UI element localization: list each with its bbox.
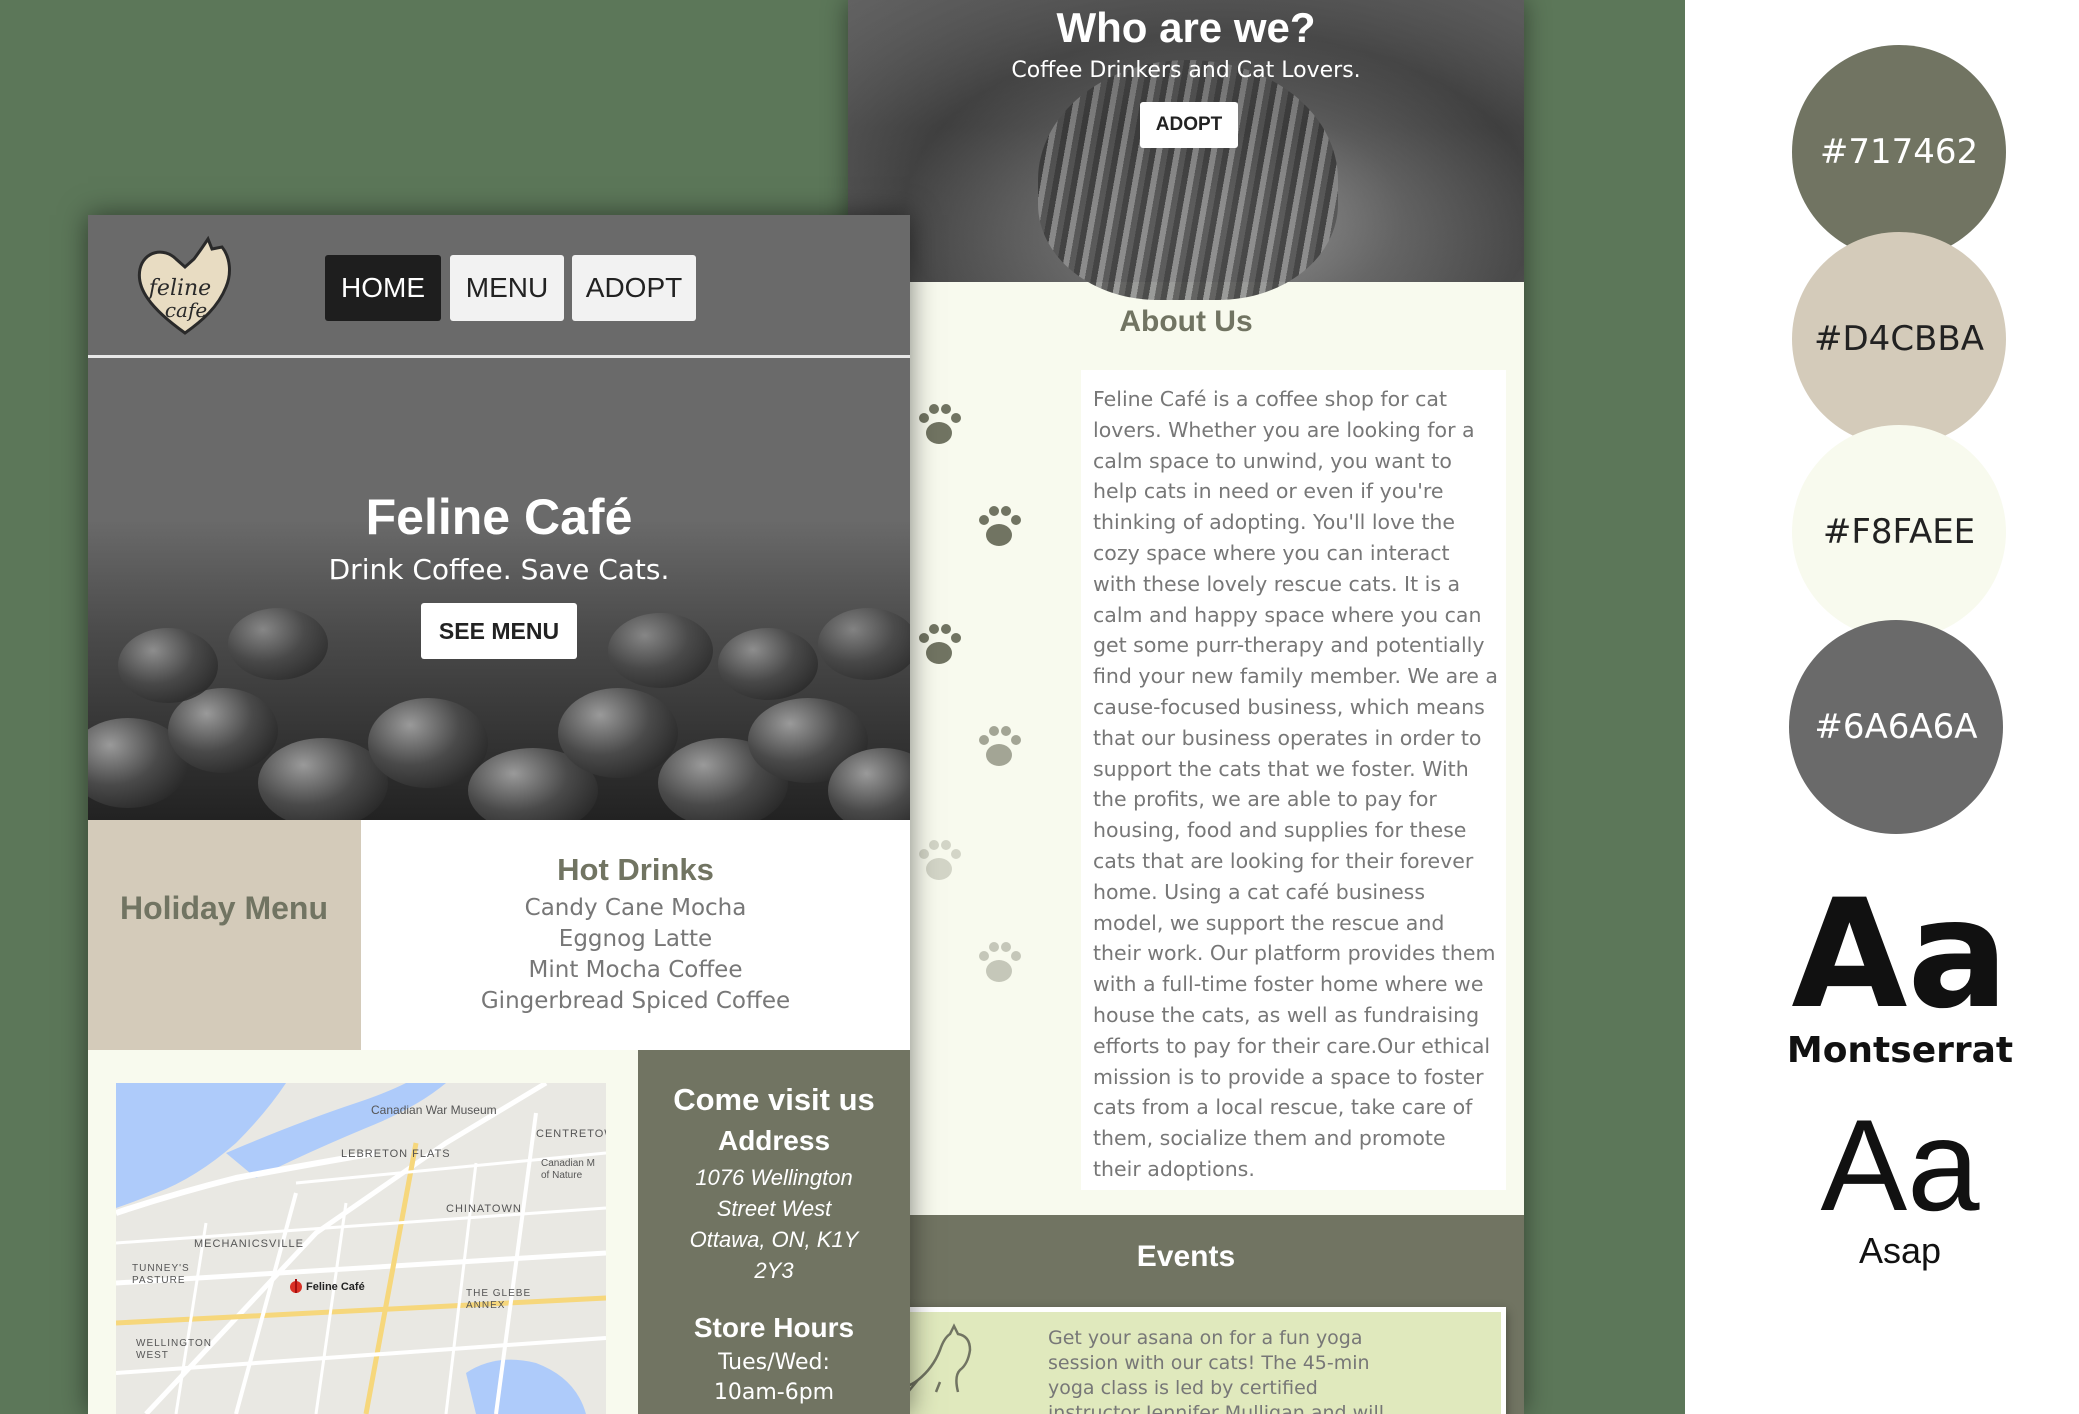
map-graphic bbox=[116, 1083, 606, 1414]
about-title: About Us bbox=[1119, 305, 1253, 338]
map-label: THE GLEBE ANNEX bbox=[466, 1288, 532, 1311]
location-map[interactable]: Canadian War Museum LEBRETON FLATS CENTR… bbox=[116, 1083, 606, 1414]
paw-print-icon bbox=[919, 404, 961, 444]
nav-adopt[interactable]: ADOPT bbox=[572, 255, 696, 321]
style-guide-panel: #717462 #D4CBBA #F8FAEE #6A6A6A Aa Monts… bbox=[1685, 0, 2079, 1414]
swatch-label: #F8FAEE bbox=[1822, 512, 1976, 552]
map-label: LEBRETON FLATS bbox=[341, 1148, 451, 1160]
store-hours-days: Tues/Wed: bbox=[718, 1350, 830, 1375]
hot-drinks-panel: Hot Drinks Candy Cane Mocha Eggnog Latte… bbox=[361, 820, 910, 1050]
feline-cafe-logo[interactable]: feline cafe bbox=[130, 233, 240, 343]
primary-font-name: Montserrat bbox=[1786, 1030, 2014, 1071]
paw-print-icon bbox=[919, 624, 961, 664]
primary-font-glyphs: Aa bbox=[1791, 868, 2009, 1042]
hot-drink-item: Eggnog Latte bbox=[558, 926, 713, 952]
paw-print-icon bbox=[979, 942, 1021, 982]
home-page-mockup: feline cafe HOME MENU ADOPT Feline Café … bbox=[88, 215, 910, 1414]
hot-drink-item: Gingerbread Spiced Coffee bbox=[480, 988, 791, 1014]
event-card[interactable]: Get your asana on for a fun yoga session… bbox=[848, 1307, 1506, 1414]
store-hours-title: Store Hours bbox=[693, 1312, 855, 1343]
secondary-font-sample: Aa Asap bbox=[1780, 1100, 2020, 1272]
visit-panel: Come visit us Address 1076 Wellington St… bbox=[638, 1050, 910, 1414]
map-label: CENTRETOWN bbox=[536, 1128, 606, 1140]
primary-font-sample: Aa Montserrat bbox=[1780, 880, 2020, 1071]
about-page-mockup: Who are we? Coffee Drinkers and Cat Love… bbox=[848, 0, 1524, 1414]
swatch-label: #D4CBBA bbox=[1814, 319, 1984, 359]
holiday-menu-panel: Holiday Menu bbox=[88, 820, 361, 1050]
home-hero-title: Feline Café bbox=[365, 489, 633, 545]
address-title: Address bbox=[717, 1125, 831, 1156]
color-swatch: #D4CBBA bbox=[1792, 232, 2006, 446]
secondary-font-glyphs: Aa bbox=[1820, 1092, 1980, 1238]
paw-print-icon bbox=[979, 726, 1021, 766]
home-hero-subtitle: Drink Coffee. Save Cats. bbox=[328, 553, 670, 586]
visit-title: Come visit us bbox=[673, 1082, 875, 1117]
about-hero-subtitle: Coffee Drinkers and Cat Lovers. bbox=[1011, 58, 1361, 83]
color-swatch: #6A6A6A bbox=[1789, 620, 2003, 834]
about-text: Feline Café is a coffee shop for cat lov… bbox=[1093, 387, 1498, 1181]
event-text: Get your asana on for a fun yoga session… bbox=[1048, 1327, 1384, 1414]
map-label: MECHANICSVILLE bbox=[194, 1238, 304, 1250]
home-hero: Feline Café Drink Coffee. Save Cats. SEE… bbox=[88, 358, 910, 820]
hot-drink-item: Mint Mocha Coffee bbox=[528, 957, 743, 983]
map-label: CHINATOWN bbox=[446, 1203, 522, 1215]
hot-drink-item: Candy Cane Mocha bbox=[524, 895, 747, 921]
store-hours-times: 10am-6pm bbox=[713, 1380, 835, 1405]
paw-print-icon bbox=[919, 840, 961, 880]
map-label: Canadian M of Nature bbox=[541, 1158, 595, 1181]
nav-home[interactable]: HOME bbox=[325, 255, 441, 321]
map-label: TUNNEY'S PASTURE bbox=[132, 1263, 190, 1286]
paw-print-icon bbox=[979, 506, 1021, 546]
map-label: WELLINGTON WEST bbox=[136, 1338, 212, 1361]
address-text: 1076 Wellington Street West Ottawa, ON, … bbox=[689, 1165, 859, 1283]
map-pin-label: Feline Café bbox=[306, 1281, 365, 1293]
swatch-label: #717462 bbox=[1819, 132, 1979, 172]
about-hero: Who are we? Coffee Drinkers and Cat Love… bbox=[848, 0, 1524, 300]
swatch-label: #6A6A6A bbox=[1814, 707, 1978, 747]
secondary-font-name: Asap bbox=[1858, 1230, 1942, 1271]
color-swatch: #717462 bbox=[1792, 45, 2006, 259]
about-text-box: Feline Café is a coffee shop for cat lov… bbox=[1081, 370, 1506, 1190]
svg-text:cafe: cafe bbox=[165, 298, 207, 322]
events-section: Events Get your asana on for a fun yoga … bbox=[848, 1215, 1524, 1414]
map-label: Canadian War Museum bbox=[371, 1103, 497, 1117]
events-title: Events bbox=[1136, 1240, 1236, 1273]
adopt-button[interactable]: ADOPT bbox=[1140, 102, 1238, 148]
see-menu-button[interactable]: SEE MENU bbox=[421, 603, 577, 659]
hot-drinks-title: Hot Drinks bbox=[557, 852, 714, 887]
nav-menu[interactable]: MENU bbox=[450, 255, 564, 321]
color-swatch: #F8FAEE bbox=[1792, 425, 2006, 639]
holiday-menu-label: Holiday Menu bbox=[120, 890, 329, 926]
about-hero-title: Who are we? bbox=[1056, 4, 1316, 51]
navbar: feline cafe HOME MENU ADOPT bbox=[88, 215, 910, 358]
